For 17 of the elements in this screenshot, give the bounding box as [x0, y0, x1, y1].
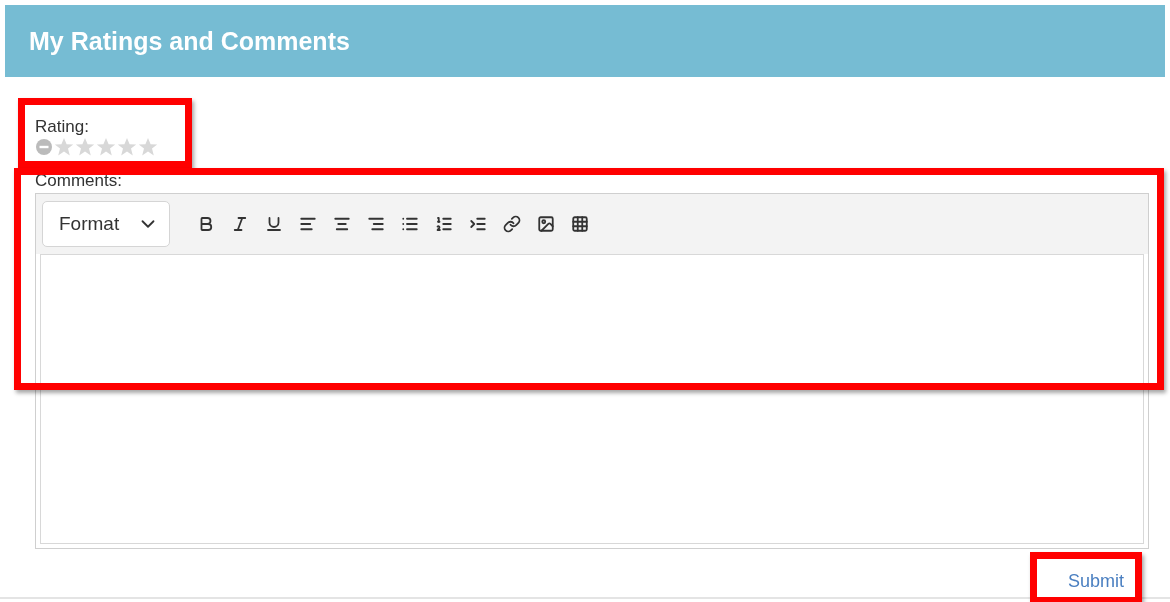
star-icon[interactable]	[117, 137, 137, 157]
page-title: My Ratings and Comments	[29, 26, 350, 56]
star-icon[interactable]	[75, 137, 95, 157]
submit-link[interactable]: Submit	[1063, 567, 1128, 596]
format-dropdown[interactable]: Format	[42, 201, 170, 247]
link-icon[interactable]	[502, 214, 522, 234]
star-icon[interactable]	[138, 137, 158, 157]
image-icon[interactable]	[536, 214, 556, 234]
underline-icon[interactable]	[264, 214, 284, 234]
comments-label: Comments:	[35, 171, 122, 191]
numbered-list-icon[interactable]	[434, 214, 454, 234]
table-icon[interactable]	[570, 214, 590, 234]
star-icon[interactable]	[96, 137, 116, 157]
star-icon[interactable]	[54, 137, 74, 157]
rating-label: Rating:	[35, 117, 89, 137]
star-rating[interactable]	[35, 137, 158, 157]
comment-input-field[interactable]	[40, 254, 1144, 544]
